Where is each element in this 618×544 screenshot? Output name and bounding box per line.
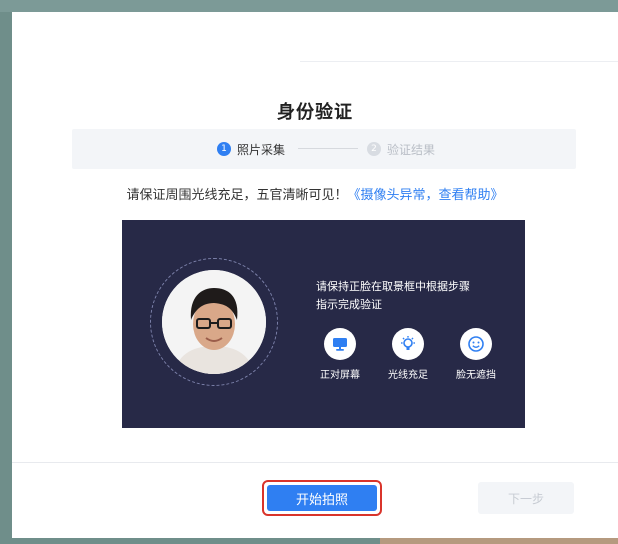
next-step-button[interactable]: 下一步 [478, 482, 574, 514]
background-top [0, 0, 618, 12]
tip-face-screen: 正对屏幕 [308, 328, 372, 381]
capture-instructions: 请保持正脸在取景框中根据步骤 指示完成验证 [316, 278, 516, 314]
tip-label: 脸无遮挡 [456, 370, 496, 381]
step-indicator: 1 照片采集 2 验证结果 [72, 129, 576, 169]
dialog-title: 身份验证 [277, 102, 353, 123]
tip-face-uncovered: 脸无遮挡 [444, 328, 508, 381]
camera-help-link[interactable]: 《摄像头异常，查看帮助》 [348, 188, 504, 203]
capture-tips: 正对屏幕 光线充足 脸无遮挡 [308, 328, 508, 388]
footer-divider [12, 462, 618, 463]
instruction-line-1: 请保持正脸在取景框中根据步骤 [316, 280, 470, 293]
monitor-icon [324, 328, 356, 360]
step-verify-result: 2 验证结果 [367, 129, 435, 169]
start-photo-button-highlight: 开始拍照 [262, 480, 382, 516]
step-label: 验证结果 [387, 142, 436, 157]
identity-verification-dialog: 身份验证 1 照片采集 2 验证结果 请保证周围光线充足，五官清晰可见！《摄像头… [12, 12, 618, 538]
lightbulb-icon [392, 328, 424, 360]
divider [300, 61, 618, 62]
instruction-line-2: 指示完成验证 [316, 298, 382, 311]
step-label: 照片采集 [237, 142, 286, 157]
face-photo [162, 270, 266, 374]
step-number-1: 1 [217, 142, 231, 156]
lighting-notice: 请保证周围光线充足，五官清晰可见！《摄像头异常，查看帮助》 [12, 184, 618, 203]
tip-label: 光线充足 [388, 370, 428, 381]
step-photo-capture: 1 照片采集 [217, 129, 285, 169]
smile-face-icon [460, 328, 492, 360]
tip-enough-light: 光线充足 [376, 328, 440, 381]
step-connector [298, 148, 358, 149]
notice-text: 请保证周围光线充足，五官清晰可见！ [126, 188, 348, 203]
start-photo-button[interactable]: 开始拍照 [267, 485, 377, 511]
tip-label: 正对屏幕 [320, 370, 360, 381]
step-number-2: 2 [367, 142, 381, 156]
camera-preview-panel: 请保持正脸在取景框中根据步骤 指示完成验证 正对屏幕 光线充足 脸无遮挡 [122, 220, 525, 428]
